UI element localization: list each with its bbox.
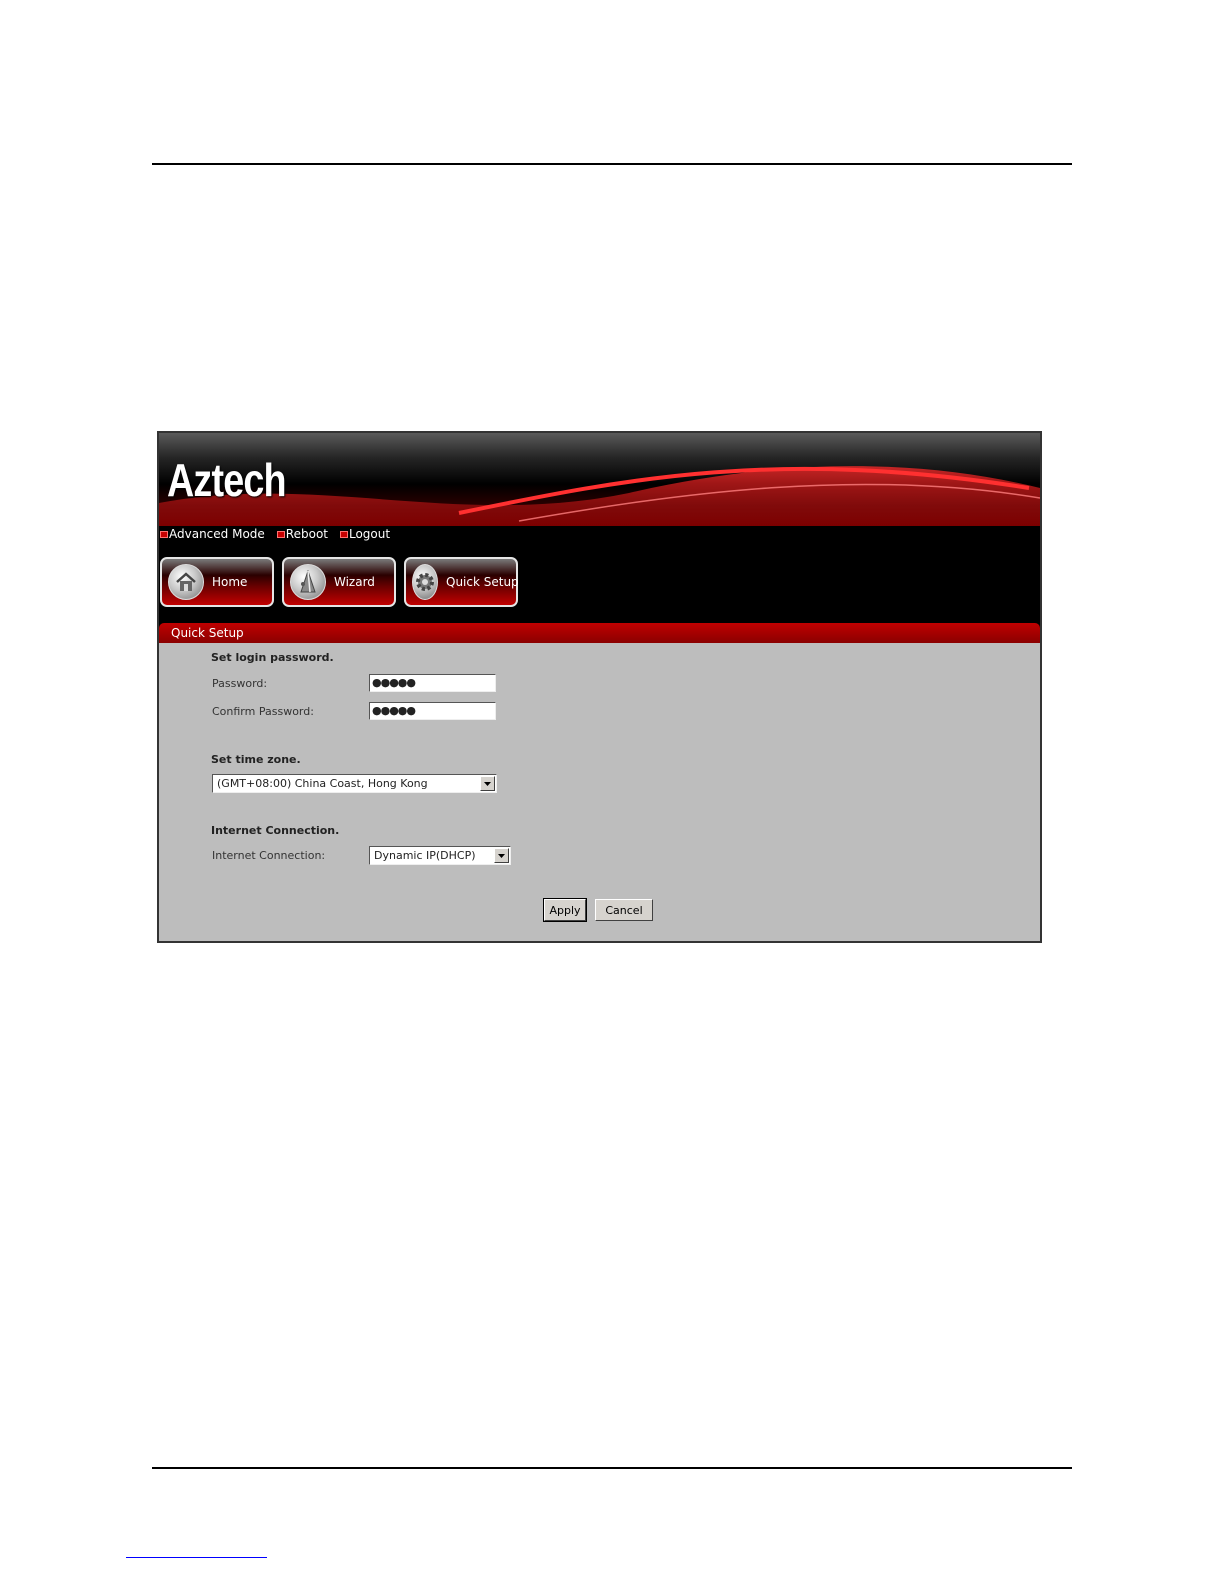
logout-label: Logout: [348, 527, 391, 541]
wizard-button[interactable]: Wizard: [282, 557, 396, 607]
footer-link-underline[interactable]: [126, 1557, 267, 1558]
quick-setup-panel: Set login password. Password: ●●●●● Conf…: [159, 643, 1040, 941]
confirm-password-field[interactable]: ●●●●●: [369, 702, 496, 720]
bullet-icon: [160, 530, 168, 538]
red-wave-graphic: [159, 466, 1040, 526]
gear-icon: [412, 564, 438, 600]
password-label: Password:: [212, 677, 268, 690]
header-banner: Aztech: [159, 433, 1040, 526]
page-top-rule: [152, 163, 1072, 165]
confirm-password-label: Confirm Password:: [212, 705, 314, 718]
advanced-mode-link[interactable]: Advanced Mode: [159, 527, 265, 541]
chevron-down-icon[interactable]: [480, 776, 495, 791]
wizard-icon: [290, 564, 326, 600]
internet-connection-label: Internet Connection:: [212, 849, 326, 862]
bullet-icon: [276, 530, 285, 538]
quick-setup-button[interactable]: Quick Setup: [404, 557, 519, 607]
timezone-section-heading: Set time zone.: [211, 753, 301, 766]
router-admin-screenshot: Aztech Advanced Mode Reboot Logout Home: [157, 431, 1042, 943]
home-label: Home: [212, 575, 248, 589]
home-icon: [168, 564, 204, 600]
reboot-label: Reboot: [285, 527, 328, 541]
top-links: Advanced Mode Reboot Logout: [159, 526, 1040, 542]
aztech-logo: Aztech: [167, 454, 287, 506]
logout-link[interactable]: Logout: [339, 527, 390, 541]
home-button[interactable]: Home: [160, 557, 274, 607]
timezone-selected-value: (GMT+08:00) China Coast, Hong Kong: [217, 777, 428, 790]
password-field[interactable]: ●●●●●: [369, 674, 496, 692]
internet-connection-select[interactable]: Dynamic IP(DHCP): [369, 846, 511, 865]
advanced-mode-label: Advanced Mode: [169, 527, 265, 541]
internet-section-heading: Internet Connection.: [211, 824, 340, 837]
quick-setup-label: Quick Setup: [446, 575, 519, 589]
login-section-heading: Set login password.: [211, 651, 334, 664]
panel-title: Quick Setup: [159, 623, 1040, 643]
cancel-button[interactable]: Cancel: [595, 899, 653, 921]
timezone-select[interactable]: (GMT+08:00) China Coast, Hong Kong: [212, 774, 497, 793]
reboot-link[interactable]: Reboot: [276, 527, 328, 541]
page-bottom-rule: [152, 1467, 1072, 1469]
chevron-down-icon[interactable]: [494, 848, 509, 863]
bullet-icon: [339, 530, 348, 538]
apply-button[interactable]: Apply: [543, 898, 587, 922]
wizard-label: Wizard: [334, 575, 375, 589]
internet-connection-selected-value: Dynamic IP(DHCP): [374, 849, 476, 862]
